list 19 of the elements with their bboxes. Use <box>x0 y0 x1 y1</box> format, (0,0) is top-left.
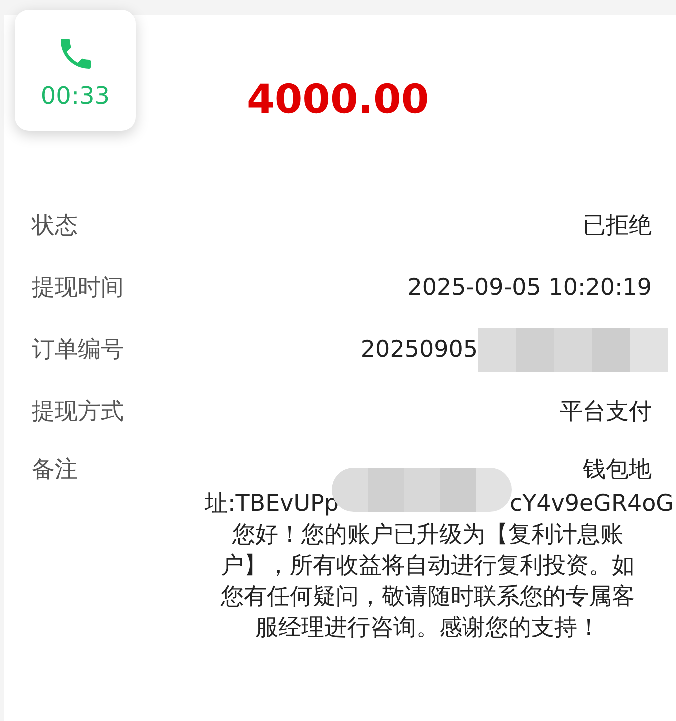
field-value: 20250905 <box>360 336 478 365</box>
wallet-address: cY4v9eGR4oG <box>510 490 674 518</box>
field-label: 订单编号 <box>32 336 124 365</box>
call-duration: 00:33 <box>40 84 110 108</box>
field-value: 平台支付 <box>560 398 652 427</box>
remark-text: 您好！您的账户已升级为【复利计息账 <box>232 520 624 550</box>
field-label: 提现方式 <box>32 398 124 427</box>
field-value: 2025-09-05 10:20:19 <box>408 274 652 303</box>
field-label: 状态 <box>32 212 78 241</box>
call-widget[interactable]: 00:33 <box>15 10 136 131</box>
remark-text: 户】，所有收益将自动进行复利投资。如 <box>221 552 635 580</box>
field-value: 已拒绝 <box>583 212 652 241</box>
amount: 4000.00 <box>247 80 430 120</box>
field-value: 钱包地 <box>583 456 652 485</box>
field-label: 提现时间 <box>32 274 124 303</box>
remark-text: 服经理进行咨询。感谢您的支持！ <box>256 614 600 642</box>
remark-text: 您有任何疑问，敬请随时联系您的专属客 <box>221 582 635 612</box>
field-label: 备注 <box>32 456 78 485</box>
wallet-address: 址:TBEvUPp <box>205 490 340 518</box>
